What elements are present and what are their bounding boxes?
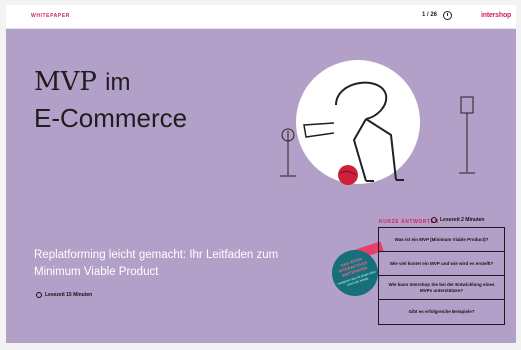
title-mvp: MVP <box>34 67 97 97</box>
quick-answers-list: Was ist ein MVP (Minimum Viable Product)… <box>378 227 505 325</box>
title-im: im <box>105 69 131 96</box>
quick-answer-link[interactable]: Wie viel kostet ein MVP und wie wird es … <box>379 252 504 276</box>
section-label: WHITEPAPER <box>31 13 70 19</box>
whitepaper-page: WHITEPAPER 1 / 26 intershop MVP im E-Com… <box>6 5 516 343</box>
brand-logo[interactable]: intershop <box>481 12 511 19</box>
clock-icon <box>36 292 42 298</box>
top-bar: WHITEPAPER 1 / 26 intershop <box>6 5 516 29</box>
read-time-label: Lesezeit 15 Minuten <box>45 292 93 298</box>
quick-answers-read-time: Lesezeit 2 Minuten <box>431 217 484 223</box>
read-time: Lesezeit 15 Minuten <box>36 292 92 298</box>
page-title-line-2: E-Commerce <box>34 103 188 133</box>
page-counter: 1 / 26 <box>422 12 438 18</box>
quick-answer-link[interactable]: Was ist ein MVP (Minimum Viable Product)… <box>379 228 504 252</box>
quick-answers-heading: KURZE ANTWORTEN <box>379 219 439 225</box>
quick-answers-read-time-label: Lesezeit 2 Minuten <box>440 217 485 223</box>
clock-icon <box>431 217 437 223</box>
clock-icon[interactable] <box>443 11 452 20</box>
page-subtitle: Replatforming leicht gemacht: Ihr Leitfa… <box>34 249 279 278</box>
quick-answer-link[interactable]: Gibt es erfolgreiche Beispiele? <box>379 300 504 324</box>
page-title-line-1: MVP im <box>34 67 131 97</box>
hero-illustration <box>280 60 475 185</box>
quick-answer-link[interactable]: Wie kann Intershop Sie bei der Entwicklu… <box>379 276 504 300</box>
